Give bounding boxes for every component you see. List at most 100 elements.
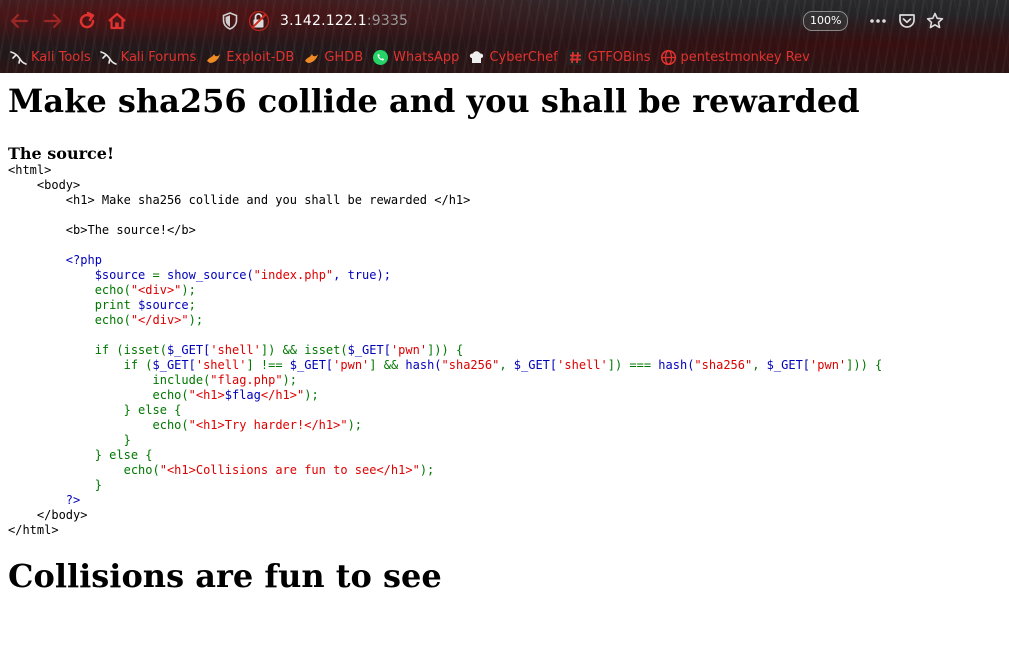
code-token: show_source( bbox=[166, 268, 254, 282]
code-token: $_GET[ bbox=[513, 358, 558, 372]
code-line: <body> bbox=[8, 178, 81, 192]
code-token: include( bbox=[152, 373, 211, 387]
code-token: "sha256" bbox=[694, 358, 753, 372]
code-token: $flag bbox=[224, 388, 261, 402]
code-token: if (isset( bbox=[94, 343, 167, 357]
code-token: echo( bbox=[94, 283, 131, 297]
code-token: $source bbox=[138, 298, 189, 312]
home-icon bbox=[108, 12, 126, 30]
pocket-button[interactable] bbox=[897, 11, 917, 31]
code-token: print bbox=[94, 298, 139, 312]
code-token: "flag.php" bbox=[210, 373, 283, 387]
forward-arrow-icon bbox=[43, 13, 62, 29]
code-token: ; bbox=[188, 298, 196, 312]
code-token: $_GET[ bbox=[766, 358, 811, 372]
bookmark-label: Kali Forums bbox=[120, 49, 197, 65]
page-content: Make sha256 collide and you shall be rew… bbox=[0, 73, 1009, 596]
bookmarks-toolbar: Kali Tools Kali Forums Exploit-DB GHDB W… bbox=[0, 45, 1009, 69]
more-dots-icon bbox=[870, 19, 886, 23]
code-token: , bbox=[752, 358, 767, 372]
code-token: $_GET[ bbox=[166, 343, 211, 357]
bookmark-star-button[interactable] bbox=[925, 11, 945, 31]
code-token: $_GET[ bbox=[289, 358, 334, 372]
tracking-protection-shield-icon[interactable] bbox=[222, 12, 238, 30]
bookmark-label: pentestmonkey Rev bbox=[680, 49, 810, 65]
url-host: 3.142.122.1 bbox=[280, 13, 367, 29]
code-token: 'pwn' bbox=[390, 343, 428, 357]
code-token: "sha256" bbox=[441, 358, 500, 372]
zoom-level-badge[interactable]: 100% bbox=[803, 11, 849, 31]
code-token: "<h1>Try harder!</h1>" bbox=[188, 418, 348, 432]
kali-dragon-icon bbox=[99, 49, 117, 66]
bookmark-whatsapp[interactable]: WhatsApp bbox=[372, 49, 459, 66]
reload-icon bbox=[79, 11, 95, 29]
code-token: if ( bbox=[123, 358, 153, 372]
gtfobins-icon bbox=[567, 49, 584, 66]
code-token: ] && bbox=[369, 358, 406, 372]
browser-chrome: 3.142.122.1:9335 100% Kali Tools Kali Fo… bbox=[0, 0, 1009, 73]
code-token: 'shell' bbox=[557, 358, 608, 372]
code-token: $_GET[ bbox=[152, 358, 196, 372]
code-token: "</div>" bbox=[130, 313, 189, 327]
bookmark-ghdb[interactable]: GHDB bbox=[303, 49, 363, 66]
bookmark-pentestmonkey[interactable]: pentestmonkey Rev bbox=[660, 49, 810, 66]
code-token: hash( bbox=[658, 358, 695, 372]
code-token: 'pwn' bbox=[810, 358, 847, 372]
code-token: ?> bbox=[65, 493, 81, 507]
code-token: ); bbox=[181, 283, 196, 297]
bookmark-label: WhatsApp bbox=[393, 49, 460, 65]
bookmark-label: GHDB bbox=[324, 49, 364, 65]
code-token: "index.php" bbox=[253, 268, 334, 282]
bookmark-gtfobins[interactable]: GTFOBins bbox=[567, 49, 651, 66]
code-token: 'pwn' bbox=[333, 358, 370, 372]
bookmark-label: Kali Tools bbox=[31, 49, 91, 65]
insecure-lock-icon[interactable] bbox=[248, 10, 270, 32]
code-token: , true); bbox=[333, 268, 391, 282]
code-line: <?php bbox=[8, 253, 102, 267]
code-token: ]) === bbox=[607, 358, 659, 372]
bookmark-label: GTFOBins bbox=[587, 49, 651, 65]
code-token: ); bbox=[304, 388, 319, 402]
code-token: $source bbox=[94, 268, 146, 282]
code-token: "<h1> bbox=[188, 388, 225, 402]
bookmark-label: CyberChef bbox=[489, 49, 558, 65]
code-token: "<h1>Collisions are fun to see</h1>" bbox=[159, 463, 420, 477]
code-token: ])) { bbox=[427, 343, 464, 357]
code-token: "<div>" bbox=[130, 283, 182, 297]
code-token: ] !== bbox=[246, 358, 290, 372]
code-token: 'shell' bbox=[210, 343, 261, 357]
url-port: :9335 bbox=[366, 13, 409, 29]
back-button[interactable] bbox=[8, 11, 30, 31]
pocket-icon bbox=[899, 14, 915, 28]
code-token: hash( bbox=[405, 358, 442, 372]
whatsapp-icon bbox=[372, 49, 389, 66]
code-token: ); bbox=[282, 373, 297, 387]
ghdb-icon bbox=[303, 49, 320, 66]
code-token: echo( bbox=[152, 388, 189, 402]
url-text[interactable]: 3.142.122.1:9335 bbox=[280, 13, 408, 29]
reload-button[interactable] bbox=[76, 11, 98, 31]
result-heading: Collisions are fun to see bbox=[8, 557, 442, 595]
navigation-toolbar: 3.142.122.1:9335 100% bbox=[0, 0, 1009, 42]
page-actions-button[interactable] bbox=[868, 11, 888, 31]
url-bar[interactable]: 3.142.122.1:9335 bbox=[222, 8, 408, 34]
bookmark-kali-forums[interactable]: Kali Forums bbox=[99, 49, 197, 66]
code-token: ]) && isset( bbox=[260, 343, 348, 357]
bookmark-exploit-db[interactable]: Exploit-DB bbox=[205, 49, 294, 66]
home-button[interactable] bbox=[106, 11, 128, 31]
code-line: <h1> Make sha256 collide and you shall b… bbox=[8, 193, 471, 207]
kali-dragon-icon bbox=[10, 49, 27, 66]
bookmark-kali-tools[interactable]: Kali Tools bbox=[10, 49, 91, 66]
exploit-db-icon bbox=[205, 49, 222, 66]
bookmark-cyberchef[interactable]: CyberChef bbox=[468, 49, 558, 66]
code-token: ); bbox=[419, 463, 435, 477]
code-line: </html> bbox=[8, 523, 59, 537]
code-line: <b>The source!</b> bbox=[8, 223, 196, 237]
bookmark-label: Exploit-DB bbox=[226, 49, 295, 65]
code-token: echo( bbox=[123, 463, 160, 477]
star-icon bbox=[926, 12, 944, 29]
source-label: The source! bbox=[8, 144, 114, 163]
code-token: 'shell' bbox=[195, 358, 247, 372]
forward-button[interactable] bbox=[42, 11, 64, 31]
code-token: ); bbox=[188, 313, 204, 327]
